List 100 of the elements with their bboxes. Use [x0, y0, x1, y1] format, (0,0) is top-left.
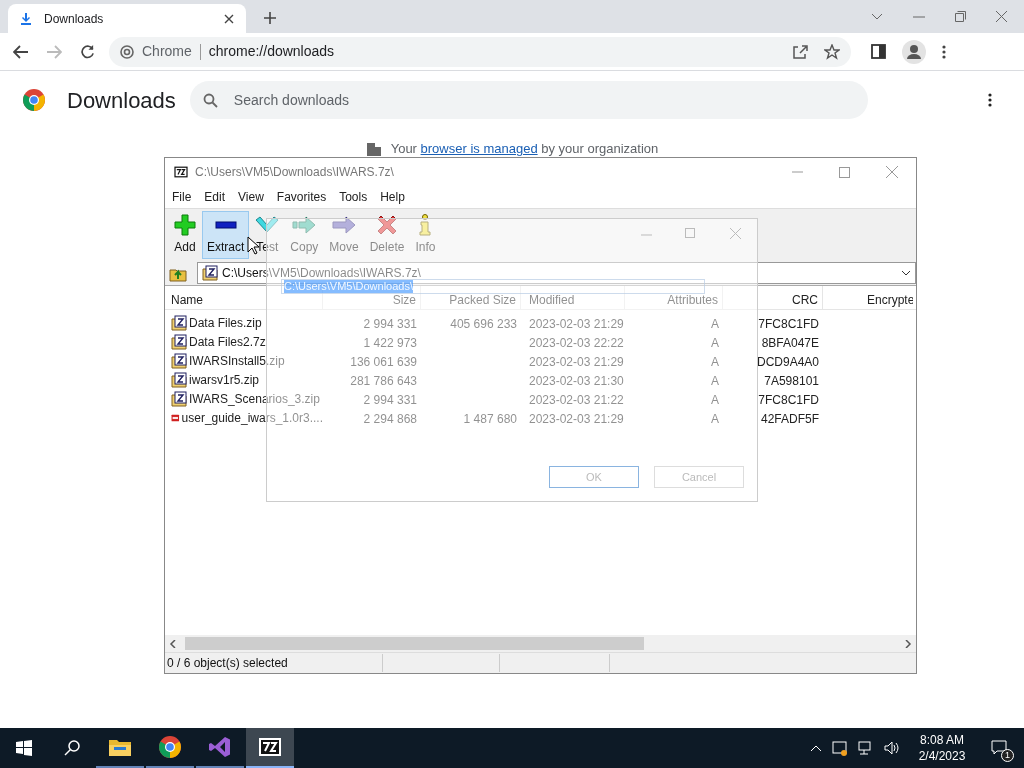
restore-icon[interactable] — [955, 11, 966, 22]
column-header[interactable]: Encrypte — [867, 293, 913, 307]
clock-date[interactable]: 2/4/2023 — [918, 748, 966, 764]
network-icon[interactable] — [858, 740, 874, 756]
toolbar-button[interactable]: Extract — [202, 210, 250, 259]
table-cell: 2023-02-03 21:29 — [529, 412, 624, 426]
new-tab-icon[interactable] — [263, 11, 277, 25]
table-cell: 136 061 639 — [350, 355, 417, 369]
menu-item[interactable]: Edit — [204, 188, 226, 206]
archive-file-icon — [171, 315, 187, 331]
arrow-icon — [292, 213, 317, 236]
close-icon[interactable] — [224, 13, 234, 24]
status-text: 0 / 6 object(s) selected — [165, 654, 383, 672]
network-warning-icon[interactable] — [832, 740, 848, 756]
menu-item[interactable]: Tools — [339, 188, 368, 206]
seven-zip-icon — [258, 737, 282, 757]
table-cell: DCD9A4A0 — [756, 355, 819, 369]
infinity-icon — [208, 735, 232, 759]
more-options-icon[interactable] — [942, 44, 946, 59]
file-name[interactable]: IWARS_Scenarios_3.zip — [189, 390, 320, 408]
download-icon — [20, 12, 32, 25]
table-cell: A — [711, 374, 719, 388]
menu-item[interactable]: File — [172, 188, 192, 206]
tab-title: Downloads — [44, 10, 105, 28]
archive-file-icon — [171, 353, 187, 369]
table-cell: 42FADF5F — [760, 412, 819, 426]
close-icon[interactable] — [996, 11, 1007, 22]
arrow-icon — [332, 213, 357, 236]
table-cell: 2 994 331 — [363, 317, 417, 331]
table-cell: 2023-02-03 21:22 — [529, 393, 624, 407]
table-cell: A — [711, 355, 719, 369]
table-cell: 7FC8C1FD — [758, 317, 819, 331]
table-cell: 2023-02-03 21:29 — [529, 355, 624, 369]
table-cell: 2023-02-03 21:29 — [529, 317, 624, 331]
volume-icon[interactable] — [884, 740, 900, 756]
star-icon[interactable] — [824, 43, 840, 60]
building-icon — [365, 140, 382, 157]
table-cell: 8BFA047E — [761, 336, 819, 350]
table-cell: A — [711, 317, 719, 331]
search-field[interactable]: Search downloads — [189, 81, 868, 119]
taskbar-app[interactable] — [246, 728, 294, 768]
chevron-down-icon — [901, 269, 911, 276]
folder-icon — [108, 737, 132, 757]
horizontal-scrollbar[interactable] — [165, 635, 916, 652]
file-name[interactable]: Data Files.zip — [189, 314, 262, 332]
file-name[interactable]: Data Files2.7z — [189, 333, 266, 351]
scrollbar-thumb[interactable] — [185, 637, 644, 650]
search-icon[interactable] — [64, 740, 80, 756]
scroll-right-icon[interactable] — [904, 639, 912, 648]
table-cell: A — [711, 393, 719, 407]
archive-file-icon — [171, 391, 187, 407]
table-cell: A — [711, 412, 719, 426]
clock-time[interactable]: 8:08 AM — [920, 732, 964, 748]
search-icon — [202, 93, 218, 108]
scroll-left-icon[interactable] — [169, 639, 177, 648]
back-icon[interactable] — [13, 44, 29, 59]
seven-zip-icon — [173, 166, 189, 178]
cross-icon — [376, 213, 399, 236]
plus-icon — [174, 213, 196, 236]
column-header[interactable]: CRC — [723, 293, 818, 307]
table-cell: 2 994 331 — [363, 393, 417, 407]
page-title: Downloads — [67, 86, 176, 115]
info-icon — [418, 213, 433, 236]
toolbar-button[interactable]: Add — [169, 210, 201, 259]
column-header[interactable]: Name — [171, 293, 322, 307]
chevron-up-icon[interactable] — [810, 744, 822, 752]
windows-start-icon[interactable] — [16, 740, 32, 756]
origin-label: Chrome — [142, 42, 192, 61]
menu-item[interactable]: Favorites — [276, 188, 327, 206]
file-name[interactable]: user_guide_iwars_1.0r3.... — [181, 409, 323, 427]
reload-icon[interactable] — [80, 44, 95, 59]
file-name[interactable]: iwarsv1r5.zip — [189, 371, 260, 389]
address-bar[interactable]: Chrome chrome://downloads — [109, 36, 851, 67]
table-cell: 1 487 680 — [463, 412, 517, 426]
archive-file-icon — [171, 372, 187, 388]
share-icon[interactable] — [792, 43, 808, 60]
table-cell: 2023-02-03 22:22 — [529, 336, 624, 350]
archive-file-icon — [171, 334, 187, 350]
table-cell: 1 422 973 — [363, 336, 417, 350]
table-cell: 281 786 643 — [350, 374, 417, 388]
menu-item[interactable]: Help — [380, 188, 405, 206]
more-options-icon[interactable] — [988, 93, 992, 107]
menu-item[interactable]: View — [238, 188, 264, 206]
file-name[interactable]: IWARSInstall5.zip — [189, 352, 285, 370]
table-cell: 405 696 233 — [450, 317, 517, 331]
window-title: C:\Users\VM5\Downloads\IWARS.7z\ — [195, 164, 394, 181]
notification-count: 1 — [1001, 749, 1014, 762]
browser-tab[interactable]: Downloads — [8, 4, 246, 33]
profile-avatar-icon[interactable] — [902, 39, 926, 64]
managed-link[interactable]: browser is managed — [420, 141, 538, 156]
table-cell: 2 294 868 — [363, 412, 417, 426]
notification-icon[interactable] — [991, 740, 1007, 756]
url-text: chrome://downloads — [208, 42, 335, 61]
table-cell: 7FC8C1FD — [758, 393, 819, 407]
chrome-icon — [158, 735, 182, 759]
side-panel-icon[interactable] — [871, 44, 886, 59]
managed-notice: Your browser is managed by your organization — [390, 140, 659, 158]
chevron-down-icon[interactable] — [871, 12, 883, 21]
maximize-icon[interactable] — [839, 166, 850, 178]
table-cell: 7A598101 — [764, 374, 819, 388]
